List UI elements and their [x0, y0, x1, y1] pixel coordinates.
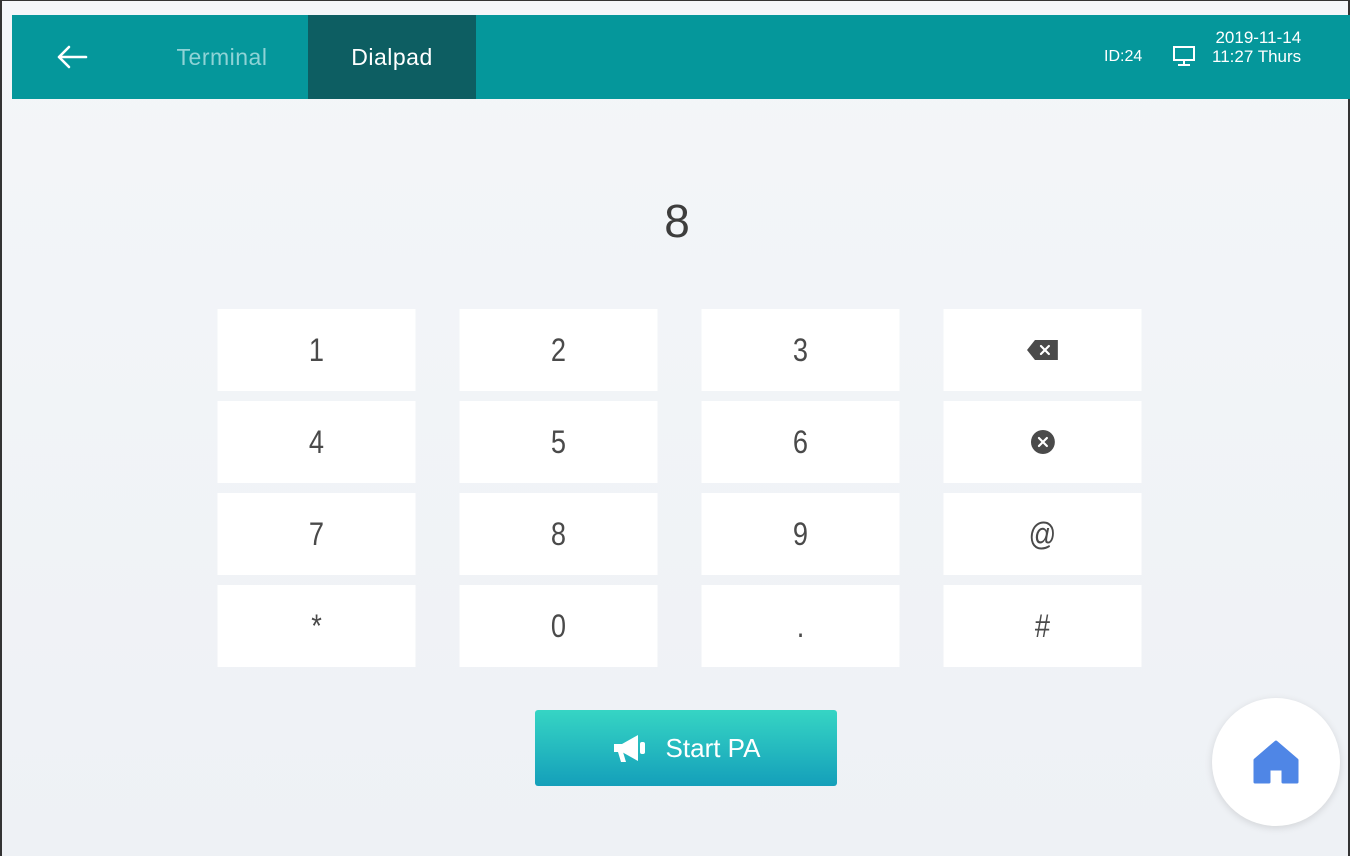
date-text: 2019-11-14: [1215, 28, 1302, 47]
clear-button[interactable]: [943, 401, 1142, 483]
datetime: 2019-11-14 11:27 Thurs: [1212, 28, 1301, 66]
key-4[interactable]: 4: [217, 401, 416, 483]
key-at[interactable]: @: [943, 493, 1142, 575]
key-9[interactable]: 9: [701, 493, 900, 575]
key-6[interactable]: 6: [701, 401, 900, 483]
home-button[interactable]: [1212, 698, 1340, 826]
dial-display: 8: [664, 195, 690, 247]
device-id: ID:24: [1104, 48, 1143, 65]
backspace-button[interactable]: [943, 309, 1142, 391]
key-2[interactable]: 2: [459, 309, 658, 391]
start-pa-label: Start PA: [665, 732, 761, 763]
key-8[interactable]: 8: [459, 493, 658, 575]
header-bar: Terminal Dialpad ID:24 2019-11-14 11:27 …: [12, 15, 1350, 99]
key-7[interactable]: 7: [217, 493, 416, 575]
key-1[interactable]: 1: [217, 309, 416, 391]
backspace-icon: [1026, 340, 1058, 360]
keypad: 1 2 3 4 5 6 7 8 9 @ * 0 . #: [200, 309, 1160, 667]
tab-dialpad[interactable]: Dialpad: [308, 15, 476, 99]
clear-icon: [1030, 430, 1055, 454]
arrow-left-icon: [57, 45, 88, 69]
time-day-text: 11:27 Thurs: [1212, 47, 1302, 66]
key-hash[interactable]: #: [943, 585, 1142, 667]
megaphone-icon: [613, 735, 645, 762]
start-pa-button[interactable]: Start PA: [535, 710, 837, 786]
back-button[interactable]: [52, 37, 92, 77]
key-5[interactable]: 5: [459, 401, 658, 483]
key-3[interactable]: 3: [701, 309, 900, 391]
key-star[interactable]: *: [217, 585, 416, 667]
tab-terminal[interactable]: Terminal: [142, 15, 302, 99]
home-icon: [1253, 740, 1299, 784]
key-dot[interactable]: .: [701, 585, 900, 667]
key-0[interactable]: 0: [459, 585, 658, 667]
app-window: Terminal Dialpad ID:24 2019-11-14 11:27 …: [0, 0, 1350, 856]
monitor-icon: [1173, 46, 1195, 66]
